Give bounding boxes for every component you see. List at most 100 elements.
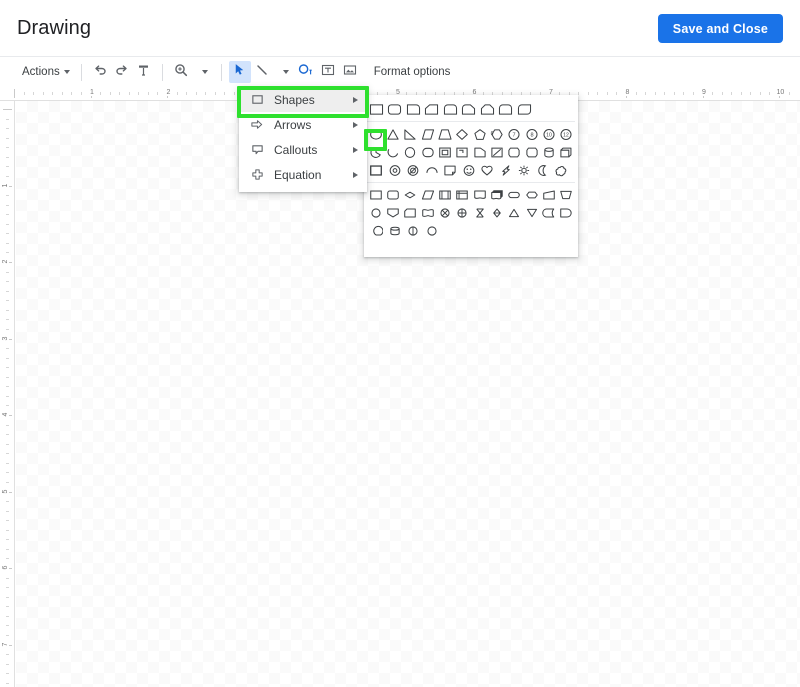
shape-diagonal-stripe[interactable] (471, 143, 488, 161)
shape-decagon[interactable]: 10 (540, 125, 557, 143)
shape-flowchart-or[interactable] (454, 204, 471, 222)
shape-heptagon[interactable]: 7 (506, 125, 523, 143)
shape-cube[interactable] (558, 143, 575, 161)
shape-lightning-bolt[interactable] (497, 161, 516, 179)
actions-menu-button[interactable]: Actions (18, 61, 74, 83)
shape-flowchart-sort[interactable] (488, 204, 505, 222)
line-tool-button[interactable] (251, 61, 273, 83)
shape-ellipse[interactable] (367, 125, 384, 143)
ruler-tick (148, 92, 149, 95)
shape-hexagon[interactable]: 6 (488, 125, 505, 143)
shape-moon[interactable] (534, 161, 553, 179)
ruler-tick (215, 92, 216, 95)
shape-flowchart-sequential-access-storage[interactable] (367, 222, 386, 240)
shape-pentagon[interactable] (471, 125, 488, 143)
shape-flowchart-data[interactable] (419, 186, 436, 204)
ruler-tick (578, 92, 579, 95)
shape-rounded-rectangle[interactable] (386, 100, 405, 118)
shape-single-corner-rounded-rectangle[interactable] (404, 100, 423, 118)
menu-item-arrows[interactable]: Arrows (239, 112, 367, 137)
shape-flowchart-display[interactable] (423, 222, 442, 240)
shape-flowchart-manual-operation[interactable] (558, 186, 575, 204)
ruler-tick (6, 119, 9, 120)
shape-flowchart-document[interactable] (471, 186, 488, 204)
shape-teardrop[interactable] (402, 143, 419, 161)
shape-triangle[interactable] (402, 125, 419, 143)
shape-flowchart-delay[interactable] (558, 204, 575, 222)
shape-half-frame[interactable] (436, 143, 453, 161)
redo-button[interactable] (111, 61, 133, 83)
zoom-dropdown-button[interactable] (192, 61, 214, 83)
save-and-close-button[interactable]: Save and Close (658, 14, 783, 43)
shape-flowchart-connector[interactable] (367, 204, 384, 222)
shape-heart[interactable] (478, 161, 497, 179)
ruler-tick (597, 92, 598, 95)
shape-flowchart-predefined-process[interactable] (436, 186, 453, 204)
shape-l-shape[interactable] (454, 143, 471, 161)
shape-chord[interactable] (384, 143, 401, 161)
shape-plaque-alt[interactable] (523, 143, 540, 161)
shape-flowchart-decision[interactable] (402, 186, 419, 204)
shape-cross[interactable] (488, 143, 505, 161)
shape-donut[interactable] (386, 161, 405, 179)
shape-flowchart-alternate-process[interactable] (384, 186, 401, 204)
shape-top-corners-rounded-rectangle[interactable] (441, 100, 460, 118)
shape-plaque[interactable] (506, 143, 523, 161)
shape-pie[interactable] (367, 143, 384, 161)
shape-flowchart-terminator[interactable] (506, 186, 523, 204)
image-tool-button[interactable] (339, 61, 361, 83)
menu-item-callouts[interactable]: Callouts (239, 137, 367, 162)
shape-flowchart-direct-access-storage[interactable] (404, 222, 423, 240)
shape-flowchart-off-page-connector[interactable] (384, 204, 401, 222)
shape-flowchart-merge[interactable] (523, 204, 540, 222)
vertical-ruler[interactable]: 1234567 (0, 101, 15, 687)
line-dropdown-button[interactable] (273, 61, 295, 83)
shape-trapezoid[interactable] (436, 125, 453, 143)
shape-flowchart-multidocument[interactable] (488, 186, 505, 204)
undo-button[interactable] (89, 61, 111, 83)
ruler-tick (129, 92, 130, 95)
shape-frame[interactable] (419, 143, 436, 161)
shape-flowchart-process[interactable] (367, 186, 384, 204)
menu-item-shapes[interactable]: Shapes (239, 87, 367, 112)
shape-snip-same-side-corner-rectangle[interactable] (478, 100, 497, 118)
paint-format-button[interactable] (133, 61, 155, 83)
shape-right-triangle[interactable] (384, 125, 401, 143)
shape-flowchart-stored-data[interactable] (540, 204, 557, 222)
select-tool-button[interactable] (229, 61, 251, 83)
svg-text:12: 12 (563, 132, 569, 138)
menu-item-equation[interactable]: Equation (239, 162, 367, 187)
shape-flowchart-manual-input[interactable] (540, 186, 557, 204)
shape-round-diagonal-corner-rectangle[interactable] (515, 100, 534, 118)
shape-rectangle[interactable] (367, 100, 386, 118)
shape-flowchart-collate[interactable] (471, 204, 488, 222)
shape-arc[interactable] (423, 161, 442, 179)
shape-smiley-face[interactable] (460, 161, 479, 179)
ruler-tick (6, 664, 9, 665)
shape-flowchart-magnetic-disk[interactable] (386, 222, 405, 240)
shape-dodecagon[interactable]: 12 (558, 125, 575, 143)
shape-parallelogram[interactable] (419, 125, 436, 143)
shape-snip-single-corner-rectangle[interactable] (423, 100, 442, 118)
zoom-button[interactable] (170, 61, 192, 83)
shape-diamond[interactable] (454, 125, 471, 143)
shape-flowchart-preparation[interactable] (523, 186, 540, 204)
format-options-button[interactable]: Format options (374, 66, 451, 78)
shape-flowchart-internal-storage[interactable] (454, 186, 471, 204)
shape-snip-and-round-corner-rectangle[interactable] (460, 100, 479, 118)
shape-flowchart-extract[interactable] (506, 204, 523, 222)
shape-bevel[interactable] (367, 161, 386, 179)
ruler-tick (6, 310, 9, 311)
shape-can[interactable] (540, 143, 557, 161)
shape-folded-corner[interactable] (441, 161, 460, 179)
shape-flowchart-punched-tape[interactable] (419, 204, 436, 222)
shape-sun[interactable] (515, 161, 534, 179)
shape-flowchart-summing-junction[interactable] (436, 204, 453, 222)
shape-flowchart-card[interactable] (402, 204, 419, 222)
shape-tool-button[interactable] (295, 61, 317, 83)
shape-octagon[interactable]: 8 (523, 125, 540, 143)
shape-round-same-side-corner-rectangle[interactable] (497, 100, 516, 118)
text-box-tool-button[interactable] (317, 61, 339, 83)
shape-cloud[interactable] (552, 161, 571, 179)
shape-no-symbol[interactable] (404, 161, 423, 179)
